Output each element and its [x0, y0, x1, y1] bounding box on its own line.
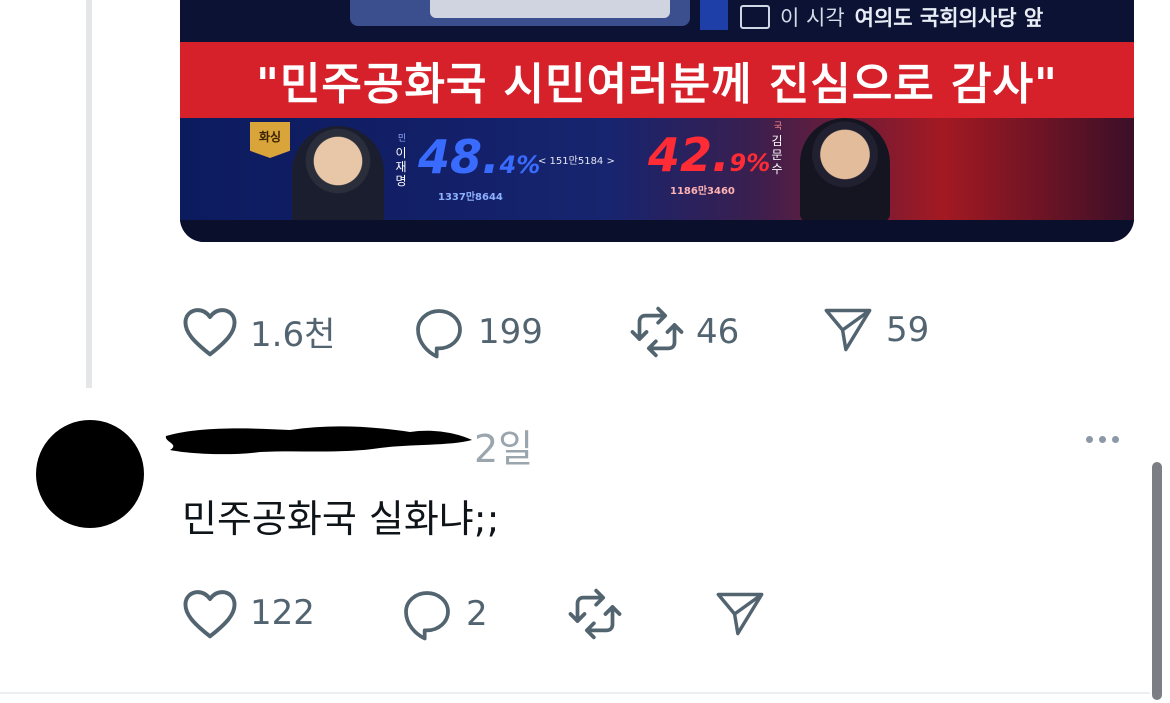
repost-icon: [568, 588, 622, 640]
reply-button[interactable]: 199: [410, 304, 543, 360]
candidate2-party: 국: [773, 122, 783, 132]
comment-icon: [404, 591, 450, 641]
reply-like-button[interactable]: 122: [180, 586, 315, 640]
more-dot-icon: [1086, 436, 1093, 443]
candidate1-photo: [292, 126, 384, 226]
reply-reply-button[interactable]: 2: [398, 586, 488, 642]
share-button[interactable]: 59: [820, 304, 929, 356]
media-desk-top-shape: [430, 0, 670, 18]
heart-icon: [183, 308, 237, 357]
candidate1-votes: 1337만8644: [438, 192, 503, 203]
send-icon: [716, 592, 764, 636]
candidate2-name: 국 김문수: [770, 120, 786, 176]
candidate2-pct-int: 42.: [648, 128, 730, 182]
more-dot-icon: [1112, 436, 1119, 443]
divider: [0, 692, 1150, 694]
media-blue-prop: [700, 0, 728, 30]
redacted-username: [165, 426, 472, 455]
reply-share-button[interactable]: [712, 588, 768, 640]
send-icon: [824, 308, 872, 352]
media-results-panel: 화싱 민 이재명 48.4% 1337만8644 < 151만5184 > 42…: [180, 118, 1134, 242]
candidate1-name-text: 이재명: [395, 146, 407, 188]
reply-count: 199: [478, 312, 543, 352]
more-options-button[interactable]: [1086, 436, 1119, 443]
media-location-caption: 이 시각 여의도 국회의사당 앞: [740, 2, 1043, 32]
like-count: 1.6천: [250, 314, 336, 355]
confirmed-badge: 화싱: [250, 122, 290, 158]
location-prefix: 이 시각: [780, 6, 845, 30]
candidate1-name: 민 이재명: [394, 132, 410, 188]
reply-like-count: 122: [250, 593, 315, 633]
vote-gap: < 151만5184 >: [538, 156, 615, 167]
post-media-image[interactable]: 이 시각 여의도 국회의사당 앞 "민주공화국 시민여러분께 진심으로 감사" …: [180, 0, 1134, 242]
repost-count: 46: [696, 312, 740, 352]
heart-icon: [183, 590, 237, 639]
reply-timestamp[interactable]: 2일: [474, 418, 533, 473]
media-headline-text: "민주공화국 시민여러분께 진심으로 감사": [256, 59, 1058, 110]
candidate1-party: 민: [397, 134, 407, 144]
candidate2-name-text: 김문수: [771, 134, 783, 176]
like-button[interactable]: 1.6천: [180, 304, 335, 358]
repost-icon: [630, 306, 684, 358]
candidate1-pct-dec: 4%: [499, 151, 541, 179]
reply-reply-count: 2: [466, 594, 488, 634]
more-dot-icon: [1099, 436, 1106, 443]
candidate2-photo: [800, 118, 890, 222]
candidate2-pct-dec: 9%: [729, 149, 771, 177]
reply-text: 민주공화국 실화냐;;: [182, 497, 500, 541]
thread-line: [86, 0, 92, 388]
share-count: 59: [886, 310, 930, 350]
broadcast-truck-icon: [740, 5, 770, 29]
candidate1-percentage: 48.4%: [418, 130, 540, 184]
comment-icon: [416, 309, 462, 359]
location-name: 여의도 국회의사당 앞: [854, 6, 1044, 30]
reply-repost-button[interactable]: [566, 586, 624, 642]
repost-button[interactable]: 46: [628, 304, 739, 360]
candidate1-pct-int: 48.: [418, 130, 500, 184]
candidate2-votes: 1186만3460: [670, 186, 735, 197]
media-bottom-shade: [180, 220, 1134, 242]
avatar[interactable]: [36, 420, 144, 528]
candidate2-percentage: 42.9%: [648, 128, 770, 182]
media-headline-banner: "민주공화국 시민여러분께 진심으로 감사": [180, 42, 1134, 118]
scrollbar[interactable]: [1152, 462, 1162, 700]
